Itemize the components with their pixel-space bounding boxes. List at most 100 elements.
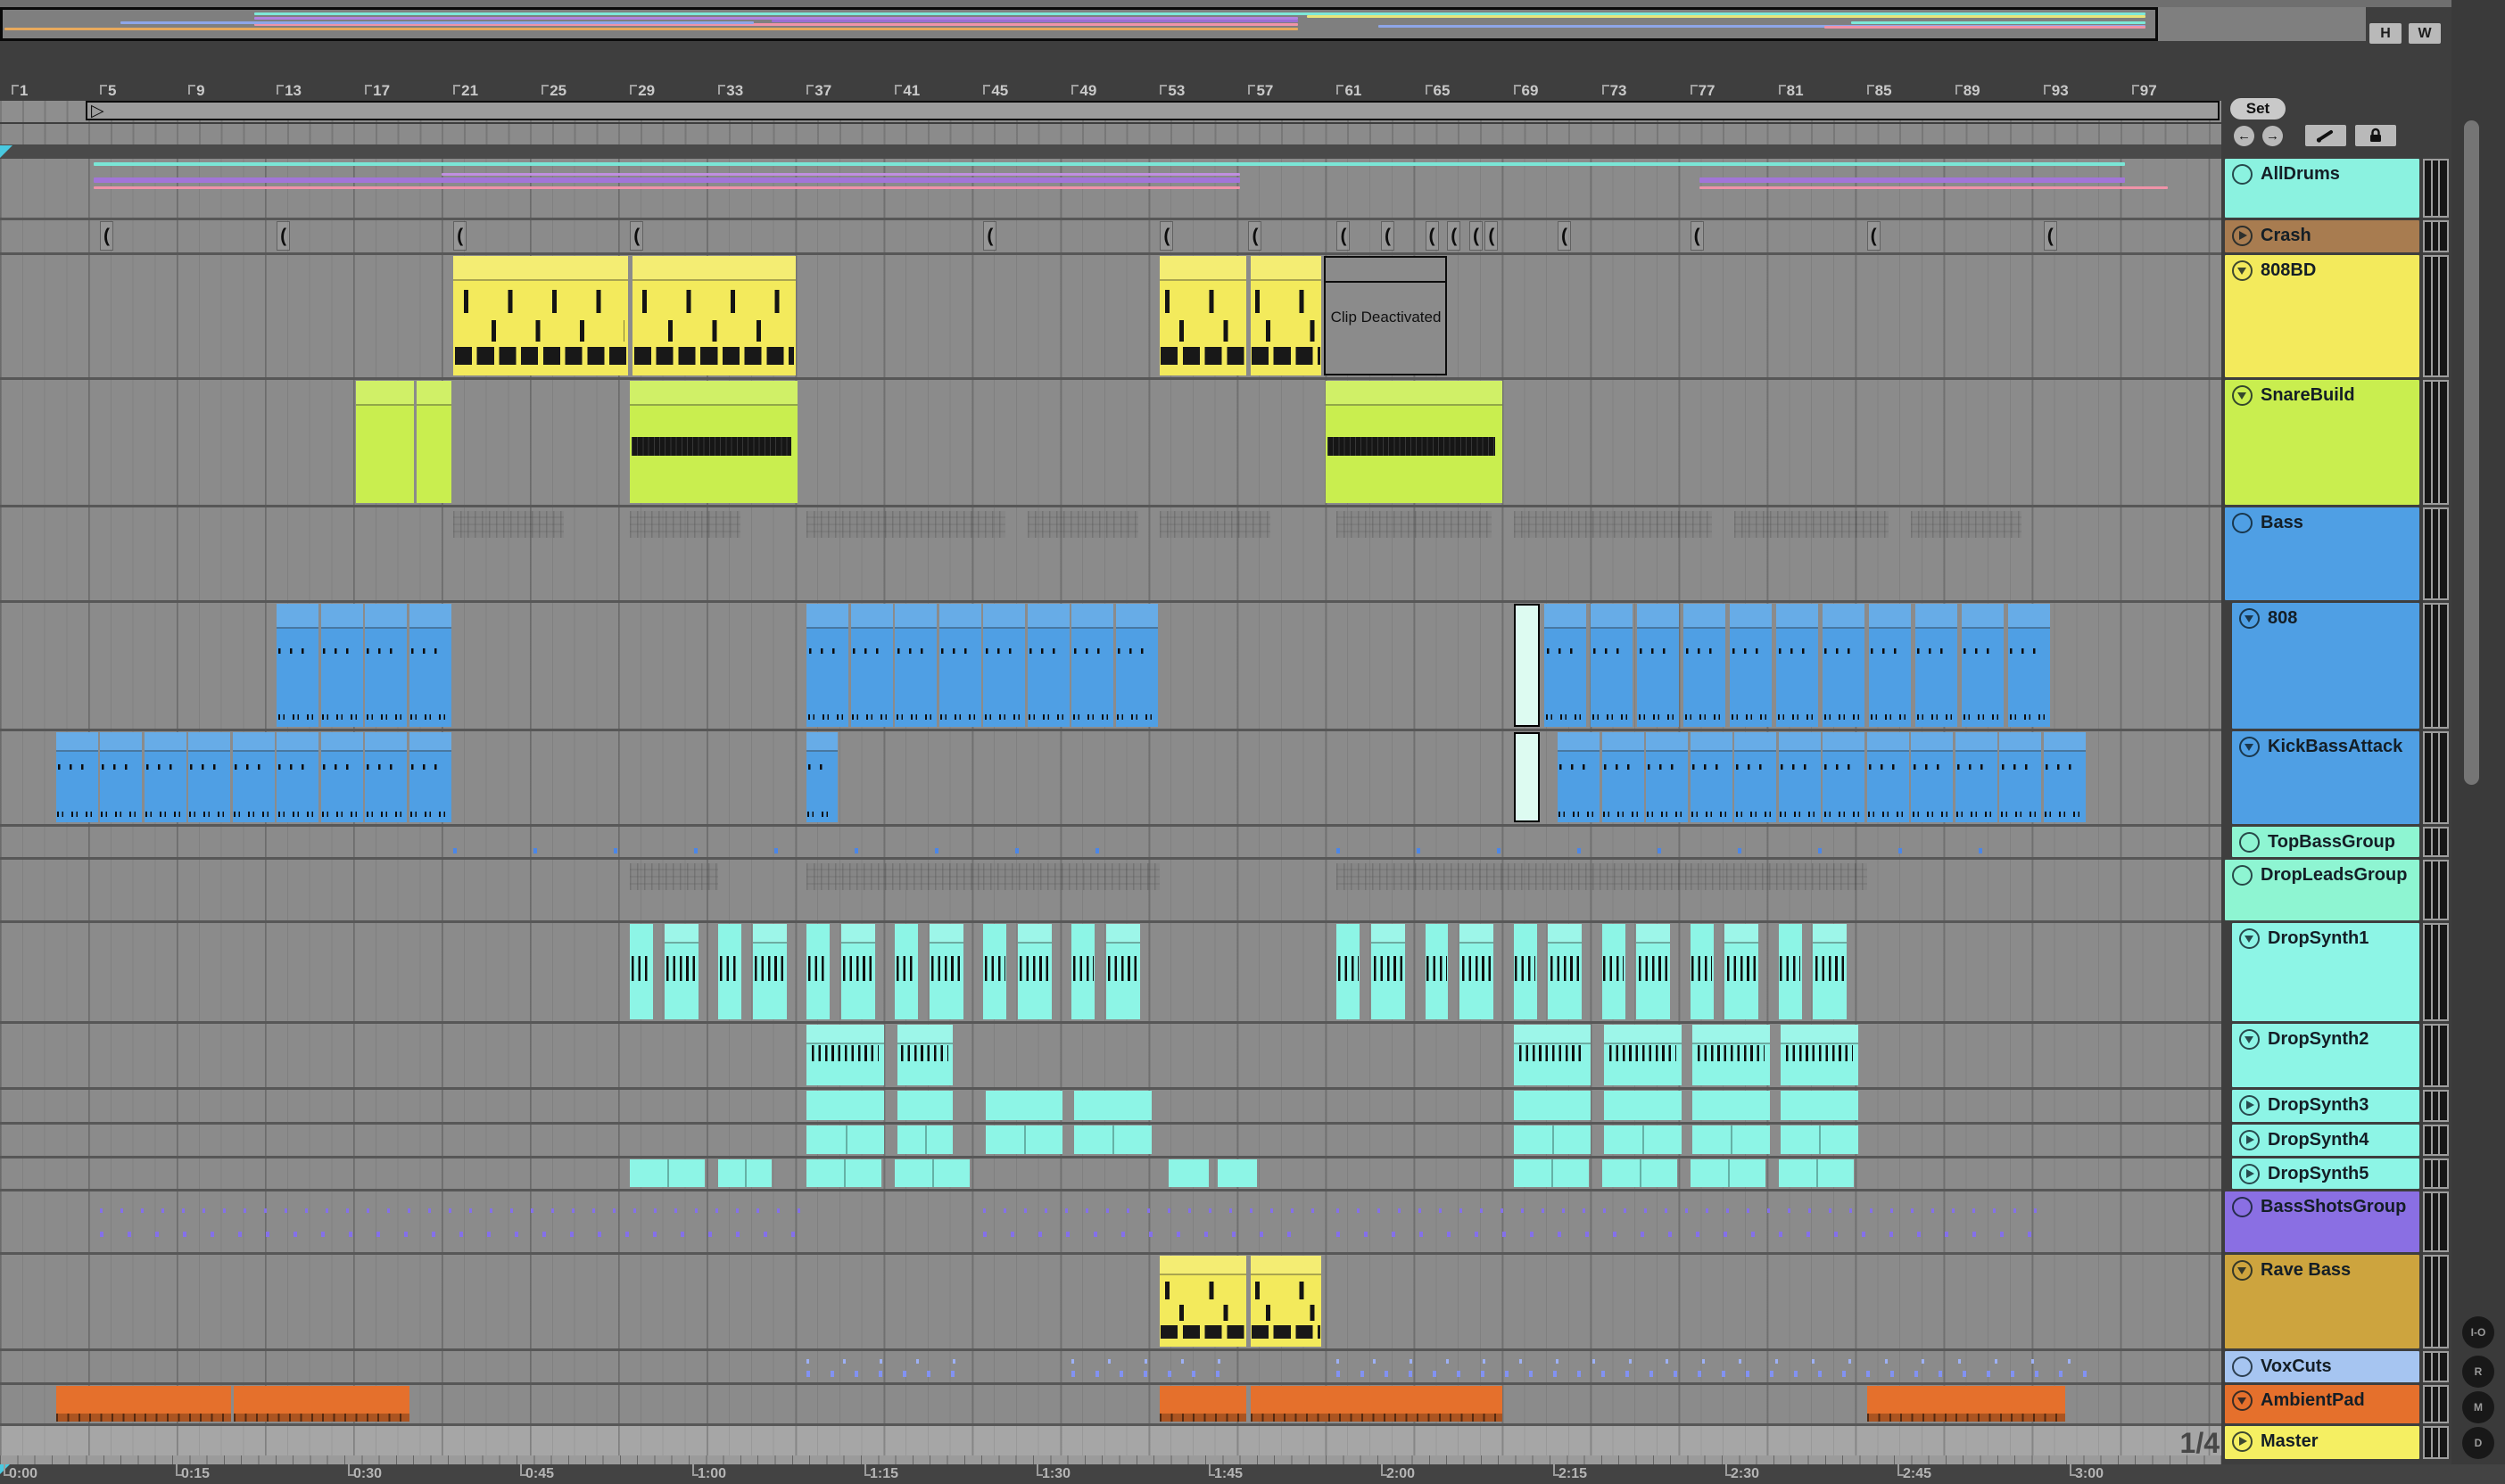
- clip-kickbassattack[interactable]: [1646, 732, 1689, 822]
- track-lane-dropleadsgroup[interactable]: [0, 860, 2221, 920]
- clip-dropsynth1[interactable]: [1425, 924, 1449, 1019]
- clip-dropsynth1[interactable]: [1459, 924, 1494, 1019]
- clip-dropsynth2[interactable]: [1513, 1025, 1591, 1085]
- clip-rave-bass[interactable]: [1250, 1256, 1322, 1347]
- track-header-bass[interactable]: Bass: [2225, 507, 2419, 600]
- clip-dropsynth3[interactable]: [1513, 1091, 1591, 1120]
- draw-mode-button[interactable]: [2305, 125, 2346, 146]
- track-group-icon[interactable]: [2232, 1197, 2253, 1217]
- clip-808[interactable]: [409, 604, 451, 727]
- track-lane-master[interactable]: [0, 1426, 2221, 1459]
- clip-kickbassattack[interactable]: [1955, 732, 1997, 822]
- clip-dropsynth1[interactable]: [929, 924, 964, 1019]
- clip-crash[interactable]: (: [1447, 221, 1461, 251]
- clip-dropsynth1[interactable]: [1724, 924, 1759, 1019]
- track-lane-dropsynth2[interactable]: [0, 1024, 2221, 1087]
- clip-808bd[interactable]: [453, 256, 628, 375]
- track-header-ambientpad[interactable]: AmbientPad: [2225, 1385, 2419, 1423]
- track-header-dropsynth2[interactable]: DropSynth2: [2232, 1024, 2419, 1087]
- clip-808[interactable]: [938, 604, 981, 727]
- clip-dropsynth1[interactable]: [983, 924, 1007, 1019]
- clip-kickbassattack[interactable]: [1690, 732, 1732, 822]
- clip-crash[interactable]: (: [1160, 221, 1174, 251]
- track-lane-snarebuild[interactable]: [0, 380, 2221, 505]
- clip-808[interactable]: [277, 604, 319, 727]
- clip-ambientpad[interactable]: [233, 1386, 409, 1422]
- clip-dropsynth5[interactable]: [1601, 1159, 1677, 1187]
- clip-dropsynth2[interactable]: [897, 1025, 953, 1085]
- song-start-flag-icon[interactable]: [0, 145, 12, 158]
- track-lane-alldrums[interactable]: [0, 159, 2221, 218]
- clip-kickbassattack[interactable]: [1734, 732, 1777, 822]
- next-locator-button[interactable]: →: [2262, 126, 2283, 146]
- clip-ambientpad[interactable]: [55, 1386, 232, 1422]
- clip-ambientpad[interactable]: [1160, 1386, 1246, 1422]
- clip-dropsynth1[interactable]: [1690, 924, 1714, 1019]
- clip-dropsynth5[interactable]: [1169, 1159, 1209, 1187]
- mixer-section-toggle-m[interactable]: M: [2462, 1391, 2494, 1423]
- clip-kickbassattack[interactable]: [100, 732, 143, 822]
- track-header-dropleadsgroup[interactable]: DropLeadsGroup: [2225, 860, 2419, 920]
- clip-kickbassattack[interactable]: [365, 732, 408, 822]
- clip-dropsynth1[interactable]: [1370, 924, 1406, 1019]
- clip-808[interactable]: [365, 604, 408, 727]
- track-header-master[interactable]: Master: [2225, 1426, 2419, 1459]
- clip-808[interactable]: [2008, 604, 2051, 727]
- clip-crash[interactable]: (: [1380, 221, 1394, 251]
- clip-dropsynth5[interactable]: [630, 1159, 706, 1187]
- clip-dropsynth1[interactable]: [1513, 924, 1537, 1019]
- clip-dropsynth3[interactable]: [1073, 1091, 1152, 1120]
- clip-808[interactable]: [1027, 604, 1070, 727]
- clip-808[interactable]: [895, 604, 938, 727]
- clip-crash[interactable]: (: [1690, 221, 1704, 251]
- track-header-dropsynth1[interactable]: DropSynth1: [2232, 923, 2419, 1021]
- track-header-dropsynth3[interactable]: DropSynth3: [2232, 1090, 2419, 1122]
- clip-dropsynth1[interactable]: [664, 924, 699, 1019]
- track-lane-dropsynth4[interactable]: [0, 1125, 2221, 1156]
- track-unfold-icon[interactable]: [2239, 928, 2260, 949]
- clip-crash[interactable]: (: [1866, 221, 1881, 251]
- clip-crash[interactable]: (: [1558, 221, 1572, 251]
- clip-kickbassattack[interactable]: [409, 732, 451, 822]
- track-group-icon[interactable]: [2232, 1356, 2253, 1377]
- clip-snarebuild[interactable]: [417, 381, 451, 503]
- clip-crash[interactable]: (: [453, 221, 467, 251]
- track-lane-dropsynth3[interactable]: [0, 1090, 2221, 1122]
- clip-deactivated[interactable]: Clip Deactivated: [1323, 256, 1448, 375]
- clip-snarebuild[interactable]: [1326, 381, 1503, 503]
- clip-dropsynth5[interactable]: [895, 1159, 971, 1187]
- clip-808[interactable]: [1683, 604, 1726, 727]
- clip-kickbassattack[interactable]: [1911, 732, 1954, 822]
- track-play-icon[interactable]: [2239, 1095, 2260, 1116]
- clip-dropsynth1[interactable]: [895, 924, 919, 1019]
- clip-kickbassattack[interactable]: [320, 732, 363, 822]
- clip-crash[interactable]: (: [1248, 221, 1262, 251]
- clip-808[interactable]: [1591, 604, 1633, 727]
- clip-dropsynth4[interactable]: [1781, 1125, 1858, 1154]
- track-lane-bassshotsgroup[interactable]: [0, 1191, 2221, 1252]
- lock-envelopes-button[interactable]: [2355, 125, 2396, 146]
- clip-kickbassattack[interactable]: [55, 732, 98, 822]
- track-group-icon[interactable]: [2232, 164, 2253, 185]
- clip-808bd[interactable]: [1160, 256, 1246, 375]
- clip-dropsynth1[interactable]: [630, 924, 654, 1019]
- clip-crash[interactable]: (: [630, 221, 644, 251]
- track-lane-808bd[interactable]: Clip Deactivated: [0, 255, 2221, 377]
- clip-snarebuild[interactable]: [356, 381, 414, 503]
- track-lane-dropsynth1[interactable]: [0, 923, 2221, 1021]
- clip-kickbassattack[interactable]: [1513, 732, 1541, 822]
- clip-dropsynth5[interactable]: [1690, 1159, 1765, 1187]
- clip-crash[interactable]: (: [983, 221, 997, 251]
- clip-kickbassattack[interactable]: [144, 732, 186, 822]
- clip-kickbassattack[interactable]: [277, 732, 319, 822]
- mixer-section-toggle-r[interactable]: R: [2462, 1356, 2494, 1388]
- track-group-icon[interactable]: [2239, 832, 2260, 853]
- clip-808[interactable]: [1962, 604, 2005, 727]
- clip-dropsynth1[interactable]: [1813, 924, 1848, 1019]
- clip-dropsynth5[interactable]: [718, 1159, 772, 1187]
- clip-808[interactable]: [1776, 604, 1819, 727]
- clip-808[interactable]: [983, 604, 1026, 727]
- arrangement-overview[interactable]: [0, 7, 2366, 41]
- track-group-icon[interactable]: [2232, 513, 2253, 533]
- clip-808[interactable]: [1115, 604, 1158, 727]
